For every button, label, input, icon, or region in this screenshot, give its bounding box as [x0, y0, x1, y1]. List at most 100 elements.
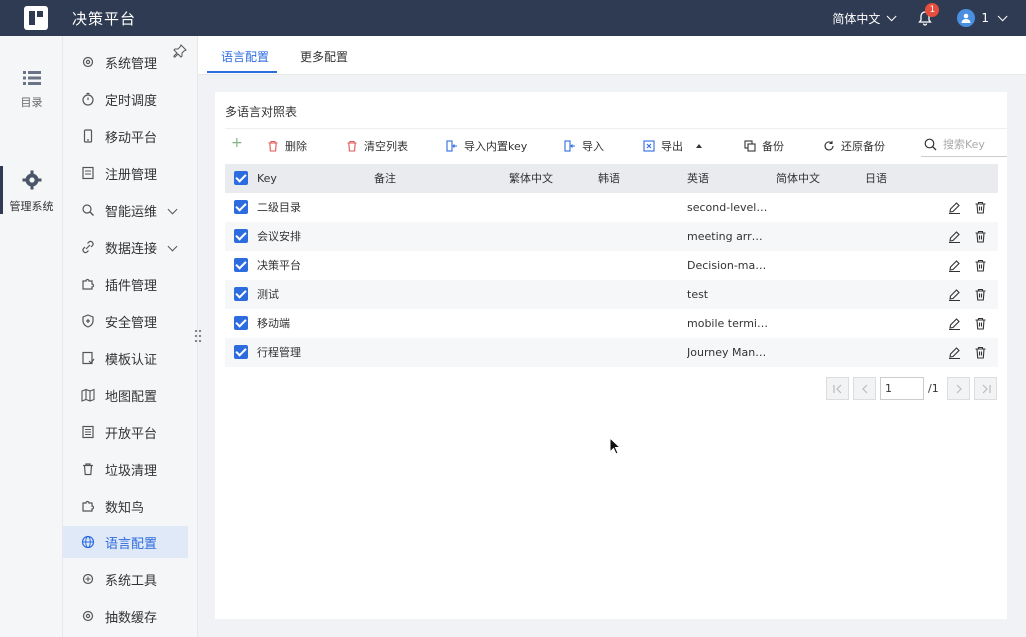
edit-icon[interactable] — [948, 259, 961, 272]
table-row[interactable]: 移动端 mobile terminal — [225, 309, 998, 338]
app-logo[interactable] — [24, 6, 48, 30]
sidebar-item-registration[interactable]: 注册管理 — [63, 157, 188, 189]
delete-label: 删除 — [285, 140, 307, 153]
table-row[interactable]: 行程管理 Journey Mana… — [225, 338, 998, 367]
row-checkbox[interactable] — [234, 345, 248, 359]
language-table-panel: 多语言对照表 + 删除 清空列表 导入内置key 导入 导出 备份 还原备份 搜… — [215, 92, 1007, 619]
sidebar-item-scheduling[interactable]: 定时调度 — [63, 83, 188, 115]
next-page-button[interactable] — [946, 376, 970, 400]
language-switcher[interactable]: 简体中文 — [832, 10, 897, 27]
drag-handle-icon[interactable] — [193, 328, 203, 344]
delete-icon[interactable] — [974, 201, 987, 214]
user-menu[interactable]: 1 — [957, 9, 1008, 27]
register-icon — [82, 166, 94, 180]
search-input[interactable] — [943, 138, 1007, 151]
table-row[interactable]: 二级目录 second-level … — [225, 193, 998, 222]
restore-backup-button[interactable]: 还原备份 — [823, 138, 885, 154]
backup-button[interactable]: 备份 — [744, 138, 784, 154]
sidebar-item-mobile-platform[interactable]: 移动平台 — [63, 120, 188, 152]
tab-language-config[interactable]: 语言配置 — [221, 48, 269, 65]
topbar-right: 简体中文 1 1 — [832, 0, 1026, 36]
row-checkbox[interactable] — [234, 287, 248, 301]
cell-key: 二级目录 — [257, 201, 301, 214]
edit-icon[interactable] — [948, 317, 961, 330]
import-button[interactable]: 导入 — [564, 138, 604, 154]
sidebar-item-shuzhiniao[interactable]: 数知鸟 — [63, 490, 188, 522]
chevron-down-icon — [887, 10, 897, 21]
sidebar-item-data-connection[interactable]: 数据连接 — [63, 231, 188, 263]
table-row[interactable]: 决策平台 Decision-maki… — [225, 251, 998, 280]
sidebar-item-system-tools[interactable]: 系统工具 — [63, 563, 188, 595]
tab-more-config[interactable]: 更多配置 — [300, 48, 348, 65]
delete-icon[interactable] — [974, 259, 987, 272]
column-header-korean[interactable]: 韩语 — [598, 164, 620, 193]
edit-icon[interactable] — [948, 201, 961, 214]
cell-key: 会议安排 — [257, 230, 301, 243]
column-header-simplified-chinese[interactable]: 简体中文 — [776, 164, 820, 193]
row-checkbox[interactable] — [234, 316, 248, 330]
sidebar-item-system-management[interactable]: 系统管理 — [63, 46, 188, 78]
last-page-button[interactable] — [973, 376, 997, 400]
top-bar: 决策平台 简体中文 1 1 — [0, 0, 1026, 36]
first-page-button[interactable] — [826, 376, 849, 400]
export-label: 导出 — [661, 140, 683, 153]
language-table: Key 备注 繁体中文 韩语 英语 简体中文 日语 二级目录 second-le… — [225, 164, 998, 367]
cell-key: 移动端 — [257, 317, 290, 330]
trash-icon — [83, 463, 93, 476]
sidebar-item-open-platform[interactable]: 开放平台 — [63, 416, 188, 448]
delete-button[interactable]: 删除 — [267, 138, 307, 154]
table-row[interactable]: 测试 test — [225, 280, 998, 309]
sidebar-item-plugins[interactable]: 插件管理 — [63, 268, 188, 300]
row-checkbox[interactable] — [234, 258, 248, 272]
chevron-down-icon — [997, 10, 1008, 21]
import-label: 导入 — [582, 140, 604, 153]
edit-icon[interactable] — [948, 288, 961, 301]
first-page-icon — [833, 384, 842, 393]
sidebar-item-map-config[interactable]: 地图配置 — [63, 379, 188, 411]
delete-icon[interactable] — [974, 317, 987, 330]
import-builtin-key-label: 导入内置key — [464, 140, 528, 153]
column-header-traditional-chinese[interactable]: 繁体中文 — [509, 164, 553, 193]
sidebar-item-garbage-cleanup[interactable]: 垃圾清理 — [63, 453, 188, 485]
rail-item-catalog[interactable]: 目录 — [0, 70, 63, 110]
sidebar-item-label: 数据连接 — [105, 241, 158, 257]
add-button[interactable]: + — [231, 135, 243, 151]
export-button[interactable]: 导出 — [643, 138, 703, 154]
sidebar-submenu: 系统管理 定时调度 移动平台 注册管理 智能运维 数据连接 插件管理 安全管理 … — [63, 36, 198, 637]
sidebar-item-extract-cache[interactable]: 抽数缓存 — [63, 600, 188, 632]
column-header-japanese[interactable]: 日语 — [865, 164, 887, 193]
prev-page-button[interactable] — [853, 376, 876, 400]
tool-icon — [82, 573, 94, 585]
delete-icon[interactable] — [974, 288, 987, 301]
caret-up-icon[interactable] — [695, 142, 703, 150]
row-checkbox[interactable] — [234, 200, 248, 214]
cache-icon — [82, 610, 94, 622]
toolbar: + 删除 清空列表 导入内置key 导入 导出 备份 还原备份 — [225, 128, 1007, 160]
edit-icon[interactable] — [948, 346, 961, 359]
last-page-icon — [982, 384, 991, 393]
table-row[interactable]: 会议安排 meeting arran… — [225, 222, 998, 251]
sidebar-item-smart-ops[interactable]: 智能运维 — [63, 194, 188, 226]
sidebar-item-template-auth[interactable]: 模板认证 — [63, 342, 188, 374]
delete-icon[interactable] — [974, 346, 987, 359]
sidebar-item-security[interactable]: 安全管理 — [63, 305, 188, 337]
sidebar-item-label: 系统管理 — [105, 56, 158, 72]
import-builtin-key-button[interactable]: 导入内置key — [446, 138, 527, 154]
page-number-input[interactable]: 1 — [880, 376, 924, 400]
rail-item-admin[interactable]: 管理系统 — [0, 166, 63, 214]
notification-button[interactable]: 1 — [917, 3, 940, 26]
column-header-note[interactable]: 备注 — [374, 164, 396, 193]
sidebar-item-language-config[interactable]: 语言配置 — [63, 526, 188, 558]
edit-icon[interactable] — [948, 230, 961, 243]
clear-list-button[interactable]: 清空列表 — [346, 138, 408, 154]
row-checkbox[interactable] — [234, 229, 248, 243]
select-all-checkbox[interactable] — [234, 171, 248, 185]
delete-icon[interactable] — [974, 230, 987, 243]
trash-icon — [268, 140, 278, 152]
column-header-english[interactable]: 英语 — [687, 164, 709, 193]
stopwatch-icon — [82, 92, 94, 106]
column-header-key[interactable]: Key — [257, 164, 277, 193]
list-icon — [22, 71, 41, 85]
search-box[interactable] — [921, 133, 1007, 157]
tab-bar: 语言配置 更多配置 — [198, 36, 1026, 75]
